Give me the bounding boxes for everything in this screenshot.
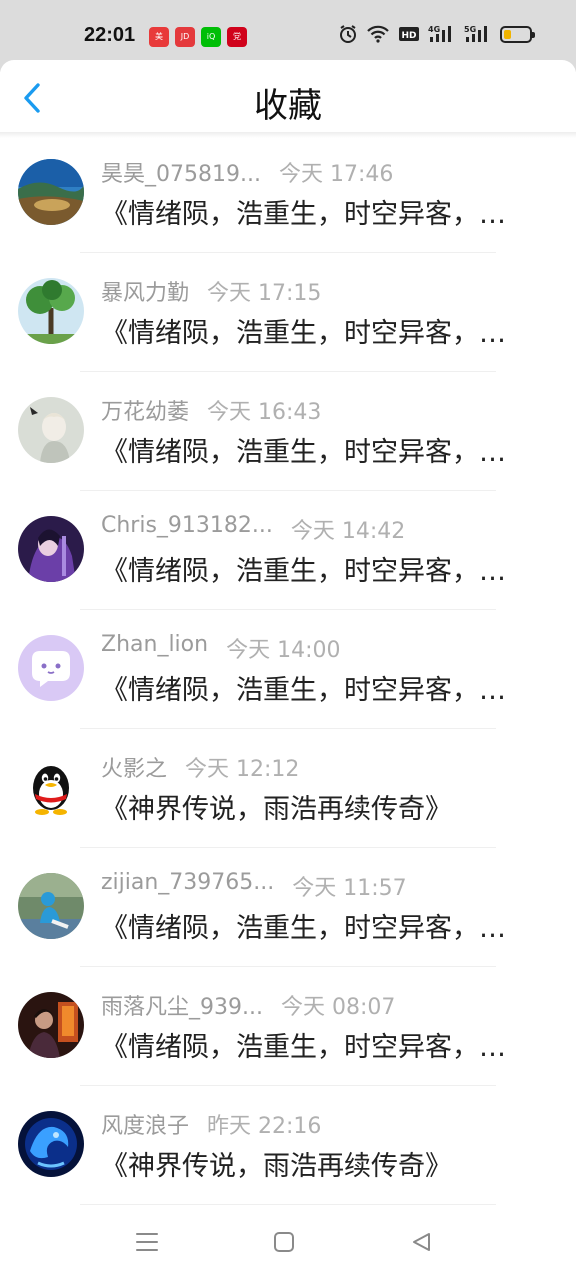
wifi-icon [366, 24, 390, 44]
item-title[interactable]: 《情绪陨，浩重生，时空异客，无限 [101, 906, 531, 945]
user-name[interactable]: 火影之 [101, 751, 167, 783]
avatar[interactable] [18, 397, 84, 463]
post-time: 今天 17:46 [278, 162, 394, 187]
header: 收藏 [0, 60, 576, 134]
item-title[interactable]: 《神界传说，雨浩再续传奇》 [101, 787, 531, 826]
item-meta: 万花幼萎 今天 16:43 [101, 394, 546, 426]
back-triangle-icon [410, 1231, 432, 1257]
item-meta: 火影之 今天 12:12 [101, 751, 546, 783]
svg-text:4G: 4G [428, 25, 440, 34]
avatar[interactable] [18, 159, 84, 225]
avatar[interactable] [18, 516, 84, 582]
item-meta: Chris_913182... 今天 14:42 [101, 513, 546, 545]
svg-text:HD: HD [401, 31, 416, 41]
favorites-list: 昊昊_075819... 今天 17:46 《情绪陨，浩重生，时空异客，无限 暴风… [0, 134, 576, 1205]
item-meta: zijian_739765... 今天 11:57 [101, 870, 546, 902]
avatar[interactable] [18, 635, 84, 701]
system-icons: HD 4G 5G [338, 24, 535, 44]
post-time: 昨天 22:16 [207, 1114, 322, 1139]
user-name[interactable]: Zhan_lion [101, 632, 208, 657]
user-name[interactable]: 昊昊_075819... [101, 156, 261, 188]
system-nav-bar [0, 1206, 576, 1280]
alarm-icon [338, 24, 358, 44]
signal-4g-icon: 4G [428, 24, 456, 44]
list-item[interactable]: 昊昊_075819... 今天 17:46 《情绪陨，浩重生，时空异客，无限 [0, 134, 576, 253]
svg-text:5G: 5G [464, 25, 476, 34]
user-name[interactable]: 暴风力勤 [101, 275, 189, 307]
item-meta: 暴风力勤 今天 17:15 [101, 275, 546, 307]
back-nav-button[interactable] [407, 1230, 435, 1258]
avatar[interactable] [18, 1111, 84, 1177]
user-name[interactable]: zijian_739765... [101, 870, 274, 895]
post-time: 今天 16:43 [207, 400, 322, 425]
divider [80, 1204, 496, 1205]
list-item[interactable]: zijian_739765... 今天 11:57 《情绪陨，浩重生，时空异客，无… [0, 848, 576, 967]
home-button[interactable] [270, 1230, 298, 1258]
battery-icon [500, 25, 535, 43]
post-time: 今天 14:42 [290, 519, 406, 544]
home-square-icon [273, 1231, 295, 1257]
user-name[interactable]: Chris_913182... [101, 513, 273, 538]
page-title: 收藏 [254, 86, 322, 126]
item-title[interactable]: 《情绪陨，浩重生，时空异客，无限 [101, 311, 531, 350]
user-name[interactable]: 万花幼萎 [101, 394, 189, 426]
post-time: 今天 08:07 [280, 995, 396, 1020]
user-name[interactable]: 雨落凡尘_939... [101, 989, 263, 1021]
avatar[interactable] [18, 754, 84, 820]
menu-icon [135, 1231, 159, 1257]
list-item[interactable]: 火影之 今天 12:12 《神界传说，雨浩再续传奇》 [0, 729, 576, 848]
battery-level [504, 29, 511, 39]
item-meta: 风度浪子 昨天 22:16 [101, 1108, 546, 1140]
item-title[interactable]: 《情绪陨，浩重生，时空异客，无限 [101, 1025, 531, 1064]
signal-5g-icon: 5G [464, 24, 492, 44]
avatar[interactable] [18, 278, 84, 344]
item-title[interactable]: 《情绪陨，浩重生，时空异客，无限 [101, 549, 531, 588]
item-meta: 昊昊_075819... 今天 17:46 [101, 156, 546, 188]
user-name[interactable]: 风度浪子 [101, 1108, 189, 1140]
hd-icon: HD [398, 25, 420, 43]
app-icon-4: 党 [227, 27, 247, 47]
list-item[interactable]: 风度浪子 昨天 22:16 《神界传说，雨浩再续传奇》 [0, 1086, 576, 1205]
list-item[interactable]: Zhan_lion 今天 14:00 《情绪陨，浩重生，时空异客，无限 [0, 610, 576, 729]
app-icon-1: 美 [149, 27, 169, 47]
app-icon-3: iQ [201, 27, 221, 47]
list-item[interactable]: 万花幼萎 今天 16:43 《情绪陨，浩重生，时空异客，无限 [0, 372, 576, 491]
item-title[interactable]: 《神界传说，雨浩再续传奇》 [101, 1144, 531, 1183]
notification-app-icons: 美 JD iQ 党 [149, 27, 247, 47]
menu-button[interactable] [133, 1230, 161, 1258]
list-item[interactable]: Chris_913182... 今天 14:42 《情绪陨，浩重生，时空异客，无限 [0, 491, 576, 610]
app-screen: 22:01 美 JD iQ 党 HD 4G 5G 收藏 昊昊_075819...… [0, 0, 576, 1280]
list-item[interactable]: 雨落凡尘_939... 今天 08:07 《情绪陨，浩重生，时空异客，无限 [0, 967, 576, 1086]
post-time: 今天 12:12 [185, 757, 300, 782]
avatar[interactable] [18, 992, 84, 1058]
avatar[interactable] [18, 873, 84, 939]
post-time: 今天 11:57 [292, 876, 407, 901]
list-item[interactable]: 暴风力勤 今天 17:15 《情绪陨，浩重生，时空异客，无限 [0, 253, 576, 372]
app-icon-2: JD [175, 27, 195, 47]
item-title[interactable]: 《情绪陨，浩重生，时空异客，无限 [101, 668, 531, 707]
item-title[interactable]: 《情绪陨，浩重生，时空异客，无限 [101, 430, 531, 469]
post-time: 今天 14:00 [226, 638, 341, 663]
item-meta: Zhan_lion 今天 14:00 [101, 632, 546, 664]
item-meta: 雨落凡尘_939... 今天 08:07 [101, 989, 546, 1021]
post-time: 今天 17:15 [207, 281, 322, 306]
status-time: 22:01 [84, 24, 136, 46]
item-title[interactable]: 《情绪陨，浩重生，时空异客，无限 [101, 192, 531, 231]
